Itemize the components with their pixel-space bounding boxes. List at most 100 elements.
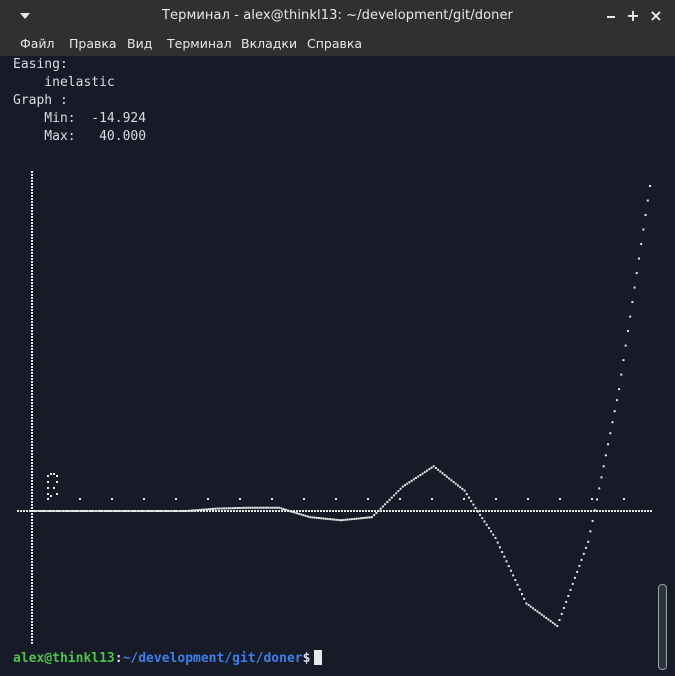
curve-point [423,471,426,474]
x-axis-dot [239,510,241,512]
minimize-button[interactable] [600,5,622,27]
close-button[interactable]: × [645,5,667,27]
y-axis-dot [31,492,33,494]
curve-point [39,510,42,512]
curve-point [238,506,241,509]
y-axis-dot [31,525,33,527]
curve-point [415,476,418,479]
curve-point [194,509,197,512]
prompt-colon: : [114,651,123,666]
text-cursor [314,650,323,665]
curve-point [487,527,490,530]
curve-point [370,516,373,519]
curve-point [355,517,358,520]
y-axis-dot [31,288,33,290]
curve-point [79,510,82,512]
prompt-path: ~/development/git/doner [122,651,303,666]
curve-point [351,518,354,521]
x-axis-dot [575,510,577,512]
y-axis-dot [31,366,33,368]
menu-terminal[interactable]: Терминал [167,36,232,51]
curve-point [83,510,86,512]
curve-point [600,476,603,479]
curve-point [280,507,283,510]
y-axis-dot [31,276,33,278]
curve-point [611,421,614,424]
x-axis-dot [473,510,475,512]
curve-point [108,510,111,512]
curve-point [309,516,312,519]
curve-point [216,507,219,510]
y-axis-dot [31,420,33,422]
x-axis-dot [443,510,445,512]
x-axis-dot [638,510,640,512]
y-axis-dot [31,315,33,317]
menu-file[interactable]: Файл [20,36,55,51]
curve-point [527,604,530,607]
terminal-output[interactable]: Easing: inelastic Graph : Min: -14.924 M… [0,56,655,676]
shell-prompt[interactable]: alex@thinkl13:~/development/git/doner$ [13,650,323,668]
curve-point [596,498,599,501]
curve-point [439,470,442,473]
curve-point [607,443,610,446]
x-axis-dot [416,510,418,512]
x-axis-dot [581,510,583,512]
curve-point [163,510,166,512]
x-axis-dot [569,510,571,512]
maximize-button[interactable]: + [622,5,644,27]
curve-point [538,612,541,615]
y-axis-dot [31,417,33,419]
curve-point [278,506,281,509]
x-axis-dot [218,510,220,512]
y-axis-dot [31,459,33,461]
curve-point [130,510,133,512]
y-axis-dot [31,369,33,371]
y-axis-dot [31,255,33,257]
menu-view[interactable]: Вид [127,36,152,51]
x-axis-dot [329,510,331,512]
menu-edit[interactable]: Правка [69,36,117,51]
y-axis-dot [31,435,33,437]
curve-point [342,519,345,522]
x-axis-dot [23,510,25,512]
curve-point [432,465,435,468]
y-axis-dot [31,243,33,245]
curve-point [589,530,592,533]
ascii-plot [17,171,652,644]
x-axis-dot [26,510,28,512]
curve-point [167,510,170,512]
curve-point [525,602,528,605]
curve-point [624,344,627,347]
origin-glyph-dot [53,473,55,475]
y-axis-dot [31,189,33,191]
y-axis-dot [31,555,33,557]
curve-point [472,503,475,506]
curve-point [209,508,212,511]
x-axis-dot [374,510,376,512]
curve-point [128,510,131,512]
curve-point [106,510,109,512]
x-axis-dot [587,510,589,512]
curve-point [200,508,203,511]
x-axis-dot [395,510,397,512]
x-axis-dot [296,510,298,512]
x-axis-dot [230,510,232,512]
y-axis-dot [31,633,33,635]
curve-point [331,518,334,521]
y-axis-dot [31,342,33,344]
scrollbar-thumb[interactable] [658,584,667,670]
curve-point [99,510,102,512]
menu-tabs[interactable]: Вкладки [241,36,297,51]
y-axis-dot [31,300,33,302]
x-tick-dot [271,498,273,500]
x-axis-dot [338,510,340,512]
y-axis-dot [31,336,33,338]
scrollbar[interactable] [655,56,675,676]
curve-point [381,505,384,508]
menu-help[interactable]: Справка [307,36,362,51]
x-axis-dot [347,510,349,512]
x-axis-dot [281,510,283,512]
curve-point [622,359,625,362]
x-axis-dot [353,510,355,512]
y-axis-dot [31,495,33,497]
